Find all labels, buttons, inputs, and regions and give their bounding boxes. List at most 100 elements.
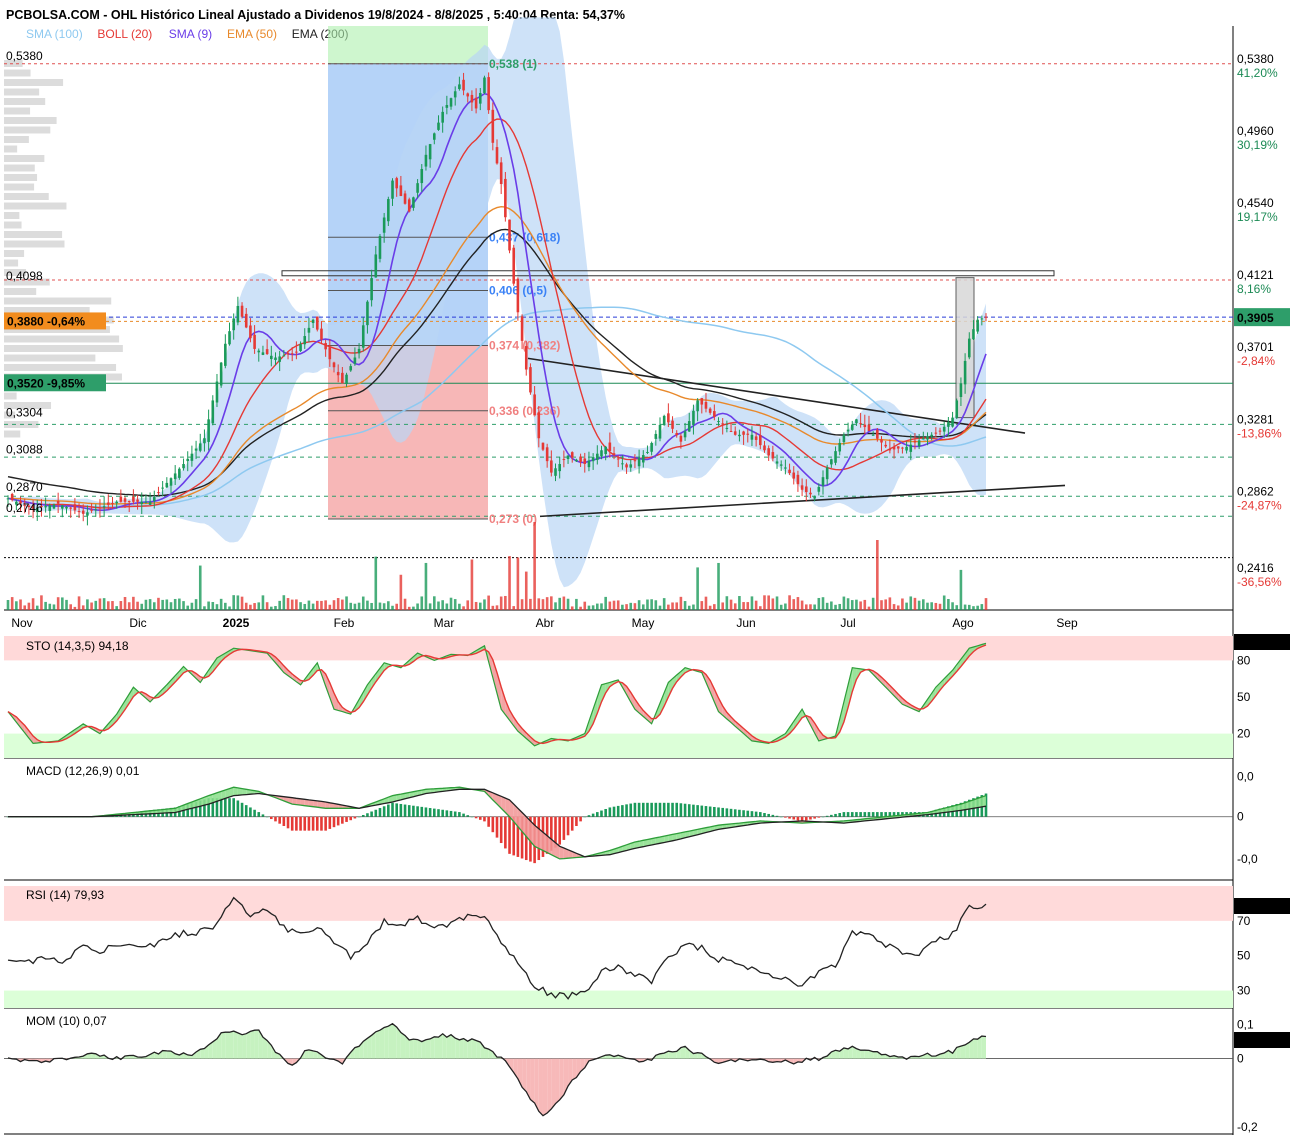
mom-fill <box>864 1050 869 1059</box>
volume-bar <box>629 602 633 610</box>
macd-histogram-bar <box>579 816 582 822</box>
volume-bar <box>144 599 148 610</box>
month-label: Jul <box>840 616 855 630</box>
right-axis-percent: 19,17% <box>1237 210 1278 224</box>
mom-fill <box>392 1023 397 1059</box>
mom-fill <box>843 1048 849 1059</box>
candle-body <box>307 327 311 333</box>
candle-body <box>533 394 536 416</box>
volume-bar <box>846 598 850 610</box>
volume-bar <box>73 606 77 610</box>
volume-bar <box>650 599 653 610</box>
volume-bar <box>391 605 394 610</box>
volume-bar <box>395 603 398 610</box>
macd-histogram-bar <box>834 813 837 817</box>
macd-histogram-bar <box>784 816 787 818</box>
candle-body <box>579 456 582 462</box>
volume-bar <box>332 600 336 610</box>
candle-body <box>855 419 858 424</box>
candle-body <box>65 506 68 509</box>
candle-body <box>679 435 683 442</box>
candle-body <box>240 305 244 317</box>
macd-histogram-bar <box>449 810 453 817</box>
candle-body <box>846 429 850 432</box>
volume-bar <box>299 602 302 610</box>
volume-bar <box>616 600 620 610</box>
macd-histogram-bar <box>696 805 699 817</box>
candle-body <box>591 457 595 462</box>
right-axis-percent: -24,87% <box>1237 498 1282 512</box>
volume-bar <box>152 602 156 610</box>
volume-bar <box>754 600 758 610</box>
candle-body <box>850 424 854 430</box>
volume-bar <box>186 605 190 610</box>
macd-histogram-bar <box>303 816 307 831</box>
volume-bar <box>809 604 812 610</box>
candle-body <box>370 278 373 301</box>
macd-axis-label: -0,0 <box>1237 852 1258 866</box>
candle-body <box>633 460 637 462</box>
macd-title: MACD (12,26,9) 0,01 <box>26 764 140 778</box>
volume-bar <box>86 599 89 610</box>
volume-bar <box>955 605 959 610</box>
volume-bar <box>959 569 963 610</box>
macd-histogram-bar <box>378 808 382 817</box>
volume-bar <box>215 604 219 610</box>
candle-body <box>717 421 720 423</box>
stock-chart: PCBOLSA.COM - OHL Histórico Lineal Ajust… <box>4 8 1290 1135</box>
macd-histogram-bar <box>637 802 641 817</box>
macd-histogram-bar <box>733 809 737 817</box>
rsi-axis-label: 30 <box>1237 984 1251 998</box>
candle-body <box>596 453 599 460</box>
volume-bar <box>713 604 716 610</box>
candle-body <box>763 445 766 451</box>
macd-histogram-bar <box>713 806 716 817</box>
rsi-axis-label: 50 <box>1237 949 1251 963</box>
mom-fill <box>162 1050 167 1059</box>
volume-bar <box>800 600 804 610</box>
candle-body <box>169 478 173 486</box>
volume-bar <box>474 601 478 610</box>
volume-bar <box>357 602 361 610</box>
candle-body <box>884 444 887 447</box>
candle-body <box>901 447 904 449</box>
volume-profile-bar <box>4 136 29 143</box>
candle-body <box>621 463 624 465</box>
volume-bar <box>871 597 875 610</box>
fib-level-label: 0,538 (1) <box>489 57 537 71</box>
volume-bar <box>721 602 724 610</box>
mom-fill <box>471 1038 477 1059</box>
volume-bar <box>445 603 449 610</box>
volume-bar <box>913 597 917 610</box>
volume-bar <box>683 601 687 610</box>
candle-body <box>311 319 315 324</box>
macd-histogram-bar <box>629 803 633 817</box>
volume-bar <box>361 596 365 610</box>
volume-bar <box>888 597 892 610</box>
volume-bar <box>579 606 582 610</box>
volume-bar <box>813 604 816 610</box>
candle-body <box>458 84 461 90</box>
mom-fill <box>956 1046 961 1059</box>
candle-body <box>466 93 470 97</box>
macd-histogram-bar <box>328 816 332 829</box>
volume-bar <box>738 596 741 610</box>
volume-bar <box>10 597 14 610</box>
candle-body <box>336 371 340 376</box>
volume-profile-bar <box>4 335 120 343</box>
volume-bar <box>717 562 720 610</box>
volume-bar <box>541 599 545 610</box>
candle-body <box>462 79 465 91</box>
volume-profile-bar <box>4 69 31 77</box>
macd-histogram-bar <box>395 803 398 817</box>
macd-histogram-bar <box>290 816 294 831</box>
candle-body <box>445 105 449 108</box>
volume-bar <box>449 597 453 610</box>
mom-fill <box>237 1032 243 1059</box>
right-axis-value: 0,3701 <box>1237 340 1274 354</box>
macd-histogram-bar <box>374 809 378 817</box>
candle-body <box>374 254 378 278</box>
candle-body <box>420 168 424 184</box>
mom-axis-label: 0,1 <box>1237 1017 1254 1031</box>
volume-bar <box>136 601 139 610</box>
